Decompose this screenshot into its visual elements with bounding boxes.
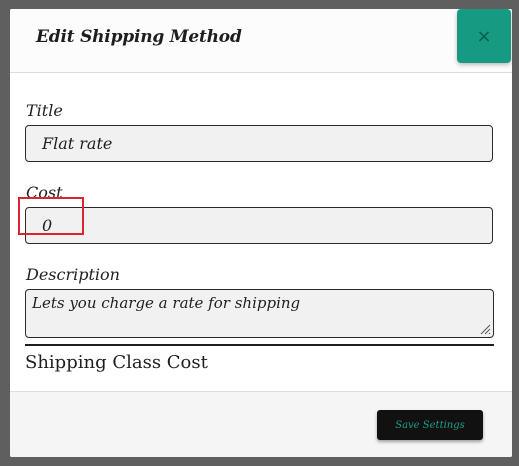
close-button[interactable]: × bbox=[457, 9, 511, 63]
section-divider bbox=[25, 344, 494, 346]
cost-label: Cost bbox=[26, 183, 63, 202]
shipping-class-cost-heading: Shipping Class Cost bbox=[25, 352, 208, 373]
save-settings-button[interactable]: Save Settings bbox=[377, 410, 483, 440]
title-input[interactable]: Flat rate bbox=[25, 125, 493, 162]
modal-header: Edit Shipping Method bbox=[10, 9, 512, 73]
close-icon: × bbox=[476, 25, 492, 47]
modal-body: Title Flat rate Cost 0 Description Lets … bbox=[10, 73, 512, 391]
description-textarea[interactable]: Lets you charge a rate for shipping bbox=[25, 289, 494, 338]
edit-shipping-method-modal: Edit Shipping Method Title Flat rate Cos… bbox=[10, 9, 512, 457]
modal-footer: Save Settings bbox=[10, 391, 512, 457]
cost-input[interactable]: 0 bbox=[25, 207, 493, 244]
resize-grip-icon[interactable] bbox=[479, 323, 491, 335]
title-label: Title bbox=[26, 101, 63, 120]
modal-title: Edit Shipping Method bbox=[36, 27, 242, 47]
description-label: Description bbox=[26, 265, 120, 284]
description-text: Lets you charge a rate for shipping bbox=[32, 294, 301, 312]
